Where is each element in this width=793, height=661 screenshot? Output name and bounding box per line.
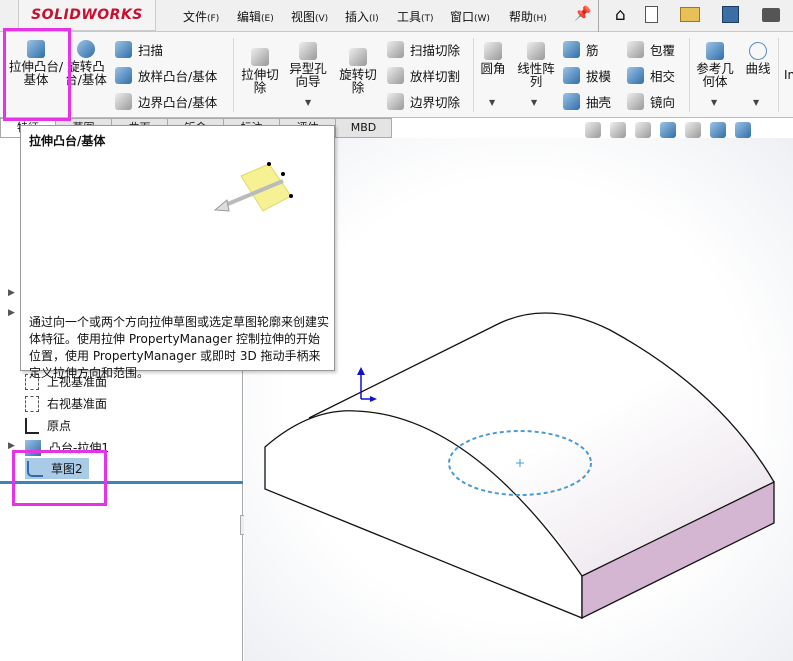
wrap-button[interactable]: 包覆 xyxy=(627,40,675,59)
title-bar: SOLIDWORKS 文件(F) 编辑(E) 视图(V) 插入(I) 工具(T)… xyxy=(0,0,793,32)
menu-window[interactable]: 窗口(W) xyxy=(450,8,490,25)
fillet-icon xyxy=(484,42,502,60)
rib-icon xyxy=(563,41,580,58)
extrude-cut-button[interactable]: 拉伸切除 xyxy=(238,48,282,94)
print-icon[interactable] xyxy=(762,8,780,22)
rib-button[interactable]: 筋 xyxy=(563,40,599,59)
instant3d-button[interactable]: In xyxy=(784,68,793,82)
tree-item-origin[interactable]: 原点 xyxy=(25,417,71,434)
loft-button[interactable]: 放样凸台/基体 xyxy=(115,66,217,85)
shell-icon xyxy=(563,93,580,110)
boundary-boss-button[interactable]: 边界凸台/基体 xyxy=(115,92,217,111)
expand-icon[interactable]: ▶ xyxy=(8,288,15,298)
linear-pattern-icon xyxy=(527,42,545,60)
sweep-icon xyxy=(115,41,132,58)
shell-button[interactable]: 抽壳 xyxy=(563,92,611,111)
sweep-cut-button[interactable]: 扫描切除 xyxy=(387,40,460,59)
menu-edit[interactable]: 编辑(E) xyxy=(237,8,274,25)
sweep-button[interactable]: 扫描 xyxy=(115,40,163,59)
wrap-icon xyxy=(627,41,644,58)
extrude-preview-icon xyxy=(213,162,293,212)
solidworks-logo: SOLIDWORKS xyxy=(18,0,156,31)
loft-cut-icon xyxy=(387,67,404,84)
chevron-down-icon[interactable]: ▼ xyxy=(489,98,495,107)
open-icon[interactable] xyxy=(680,7,700,22)
zoom-to-fit-icon[interactable] xyxy=(585,122,601,138)
view-orientation-icon[interactable] xyxy=(710,122,726,138)
divider xyxy=(473,38,474,112)
previous-view-icon[interactable] xyxy=(635,122,651,138)
save-icon[interactable] xyxy=(722,6,739,23)
tab-mbd[interactable]: MBD xyxy=(335,118,392,138)
view-toolbar xyxy=(585,122,751,138)
linear-pattern-button[interactable]: 线性阵列 xyxy=(514,42,558,88)
fillet-button[interactable]: 圆角 xyxy=(477,42,509,75)
hole-wizard-icon xyxy=(299,42,317,60)
highlight-box-extrude xyxy=(3,28,71,121)
revolve-cut-button[interactable]: 旋转切除 xyxy=(336,48,380,94)
mirror-icon xyxy=(627,93,644,110)
new-document-icon[interactable] xyxy=(645,6,658,23)
revolve-boss-icon xyxy=(77,40,95,58)
menu-tools[interactable]: 工具(T) xyxy=(397,8,434,25)
draft-icon xyxy=(563,67,580,84)
expand-icon[interactable]: ▶ xyxy=(8,308,15,318)
zoom-to-area-icon[interactable] xyxy=(610,122,626,138)
chevron-down-icon[interactable]: ▼ xyxy=(753,98,759,107)
boundary-cut-button[interactable]: 边界切除 xyxy=(387,92,460,111)
tooltip: 拉伸凸台/基体 通过向一个或两个方向拉伸草图或选定草图轮廓来创建实体特征。使用拉… xyxy=(20,125,335,380)
sweep-cut-icon xyxy=(387,41,404,58)
divider xyxy=(233,38,234,112)
reference-geometry-button[interactable]: 参考几何体 xyxy=(694,42,736,88)
highlight-box-sketch2 xyxy=(12,450,107,506)
reference-geometry-icon xyxy=(706,42,724,60)
hole-wizard-button[interactable]: 异型孔向导 xyxy=(286,42,330,88)
chevron-down-icon[interactable]: ▼ xyxy=(305,98,311,107)
curves-button[interactable]: 曲线 xyxy=(742,42,774,75)
section-view-icon[interactable] xyxy=(660,122,676,138)
menu-insert[interactable]: 插入(I) xyxy=(345,8,379,25)
home-icon[interactable]: ⌂ xyxy=(615,5,626,25)
mirror-button[interactable]: 镜向 xyxy=(627,92,675,111)
curve-icon xyxy=(749,42,767,60)
intersect-button[interactable]: 相交 xyxy=(627,66,675,85)
draft-button[interactable]: 拔模 xyxy=(563,66,611,85)
tooltip-description: 通过向一个或两个方向拉伸草图或选定草图轮廓来创建实体特征。使用拉伸 Proper… xyxy=(29,315,330,380)
pin-icon[interactable]: 📌 xyxy=(574,6,591,22)
chevron-down-icon[interactable]: ▼ xyxy=(531,98,537,107)
display-style-icon[interactable] xyxy=(735,122,751,138)
dynamic-annotation-icon[interactable] xyxy=(685,122,701,138)
intersect-icon xyxy=(627,67,644,84)
tree-item-right-plane[interactable]: 右视基准面 xyxy=(25,395,107,412)
loft-cut-button[interactable]: 放样切割 xyxy=(387,66,460,85)
menu-view[interactable]: 视图(V) xyxy=(291,8,328,25)
menu-file[interactable]: 文件(F) xyxy=(183,8,219,25)
divider xyxy=(689,38,690,112)
plane-icon xyxy=(25,395,39,412)
tooltip-title: 拉伸凸台/基体 xyxy=(29,134,106,148)
origin-icon xyxy=(25,417,39,434)
revolve-cut-icon xyxy=(349,48,367,66)
chevron-down-icon[interactable]: ▼ xyxy=(711,98,717,107)
loft-icon xyxy=(115,67,132,84)
extrude-cut-icon xyxy=(251,48,269,66)
divider xyxy=(778,38,779,112)
menu-help[interactable]: 帮助(H) xyxy=(509,8,547,25)
boundary-boss-icon xyxy=(115,93,132,110)
divider xyxy=(598,0,599,32)
boundary-cut-icon xyxy=(387,93,404,110)
